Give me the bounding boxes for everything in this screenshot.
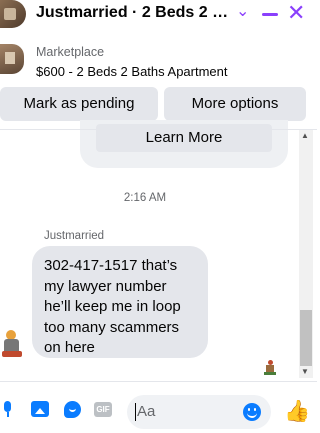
chat-header: Justmarried · 2 Beds 2 Bat... ⌄ ✕ — [0, 0, 317, 32]
gif-icon[interactable]: GIF — [94, 402, 112, 417]
chat-title[interactable]: Justmarried · 2 Beds 2 Bat... — [36, 4, 231, 22]
header-divider — [0, 129, 317, 130]
thumbs-up-icon[interactable]: 👍 — [284, 401, 310, 423]
text-caret — [135, 403, 136, 421]
more-options-button[interactable]: More options — [164, 87, 306, 121]
seller-avatar[interactable] — [0, 0, 26, 28]
sender-avatar[interactable] — [2, 330, 22, 358]
message-input-placeholder: Aa — [137, 403, 156, 420]
sticker-icon[interactable] — [64, 401, 81, 418]
message-bubble[interactable]: 302-417-1517 that’s my lawyer number he’… — [32, 246, 208, 358]
photo-icon[interactable] — [31, 401, 49, 417]
message-text: 302-417-1517 that’s my lawyer number he’… — [44, 257, 181, 356]
listing-title[interactable]: $600 - 2 Beds 2 Baths Apartment — [36, 64, 228, 79]
message-timestamp: 2:16 AM — [123, 192, 167, 204]
previous-message-card: Learn More — [80, 120, 288, 168]
marketplace-label: Marketplace — [36, 45, 105, 59]
close-icon[interactable]: ✕ — [287, 2, 305, 24]
scroll-up-icon[interactable]: ▲ — [301, 131, 309, 140]
microphone-icon[interactable] — [2, 401, 12, 417]
seen-receipt-avatar — [263, 360, 277, 376]
scroll-down-icon[interactable]: ▼ — [301, 367, 309, 376]
listing-thumbnail[interactable] — [0, 44, 24, 74]
sender-name: Justmarried — [44, 230, 105, 242]
mark-as-pending-button[interactable]: Mark as pending — [0, 87, 158, 121]
minimize-icon[interactable] — [262, 13, 278, 16]
emoji-icon[interactable] — [243, 403, 261, 421]
scrollbar-thumb[interactable] — [300, 310, 312, 366]
chevron-down-icon[interactable]: ⌄ — [236, 3, 249, 21]
composer-divider — [0, 381, 317, 382]
